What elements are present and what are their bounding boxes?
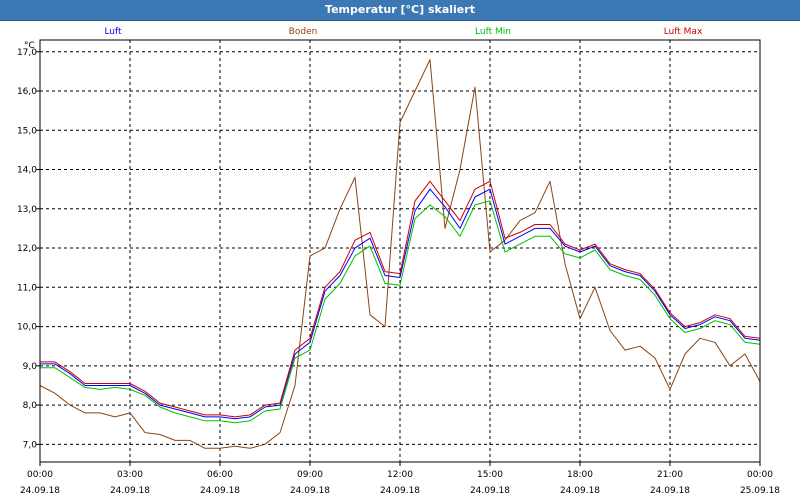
- x-tick-time: 15:00: [477, 470, 503, 480]
- legend-entry-1: Boden: [289, 27, 318, 37]
- x-tick-time: 00:00: [747, 470, 773, 480]
- x-tick-date: 24.09.18: [200, 486, 240, 496]
- x-tick-date: 24.09.18: [290, 486, 330, 496]
- x-tick-time: 00:00: [27, 470, 53, 480]
- x-tick-date: 24.09.18: [560, 486, 600, 496]
- chart: °C Luft Boden Luft Min Luft Max 7,08,09,010…: [0, 21, 800, 500]
- y-tick-label: 16,0: [17, 87, 37, 97]
- x-tick-date: 24.09.18: [650, 486, 690, 496]
- x-tick-date: 24.09.18: [20, 486, 60, 496]
- y-tick-label: 7,0: [23, 440, 38, 450]
- legend-entry-3: Luft Max: [664, 27, 703, 37]
- x-tick-time: 21:00: [657, 470, 683, 480]
- x-tick-date: 24.09.18: [110, 486, 150, 496]
- y-tick-label: 17,0: [17, 48, 37, 58]
- y-tick-label: 15,0: [17, 126, 37, 136]
- x-tick-time: 12:00: [387, 470, 413, 480]
- y-tick-label: 12,0: [17, 244, 37, 254]
- x-tick-date: 25.09.18: [740, 486, 780, 496]
- x-tick-date: 24.09.18: [470, 486, 510, 496]
- y-tick-label: 10,0: [17, 323, 37, 333]
- y-tick-label: 11,0: [17, 283, 37, 293]
- y-tick-label: 13,0: [17, 205, 37, 215]
- y-tick-label: 8,0: [23, 401, 38, 411]
- x-tick-time: 09:00: [297, 470, 323, 480]
- legend-entry-0: Luft: [104, 27, 122, 37]
- y-tick-label: 9,0: [23, 362, 38, 372]
- legend-entry-2: Luft Min: [475, 27, 511, 37]
- x-tick-date: 24.09.18: [380, 486, 420, 496]
- title-bar: Temperatur [°C] skaliert: [0, 0, 800, 21]
- chart-title: Temperatur [°C] skaliert: [325, 3, 475, 16]
- x-tick-time: 03:00: [117, 470, 143, 480]
- x-tick-time: 06:00: [207, 470, 233, 480]
- x-tick-time: 18:00: [567, 470, 593, 480]
- y-tick-label: 14,0: [17, 166, 37, 176]
